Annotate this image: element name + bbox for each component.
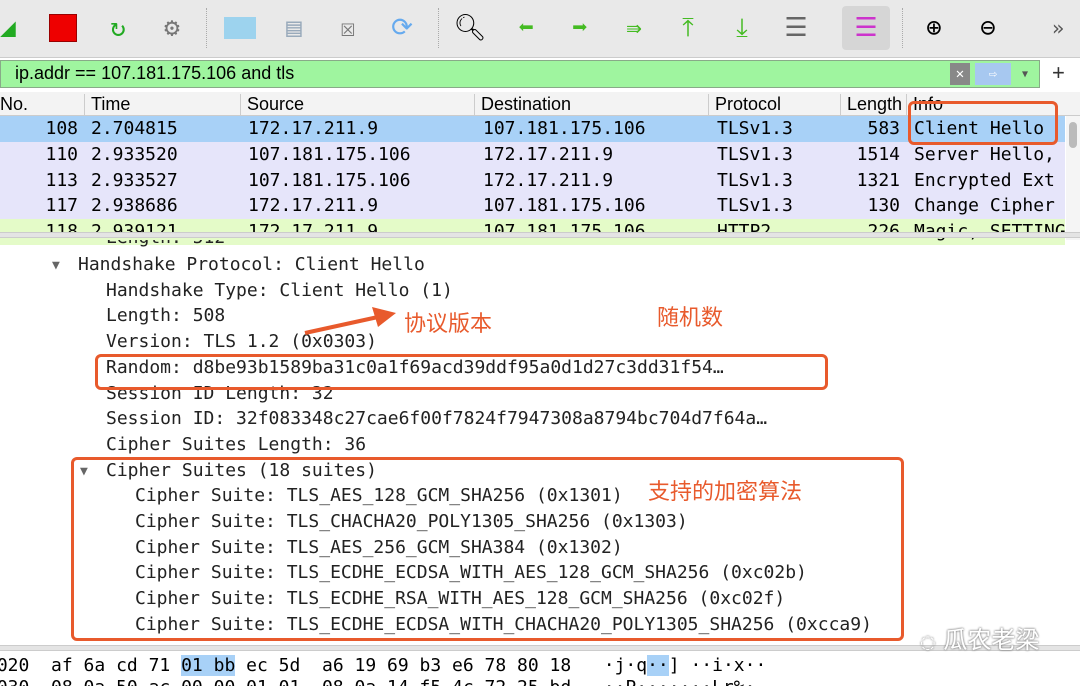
annotation-ciphers: 支持的加密算法 [648,480,803,505]
column-destination[interactable]: Destination [474,94,571,116]
cell-dst: 172.17.211.9 [483,143,614,165]
watermark: ◌ 瓜农老梁 [920,626,1040,654]
cell-no: 117 [45,195,78,217]
reload-icon[interactable]: ⟳ [384,10,420,46]
detail-line[interactable]: Session ID: 32f083348c27cae6f00f7824f794… [106,408,767,434]
highlight-box-random [95,354,828,390]
hex-post: ec 5d a6 19 69 b3 e6 78 80 18 [235,655,572,676]
cell-len: 1514 [856,143,900,165]
go-to-packet-icon[interactable]: ⇛ [616,10,652,46]
column-length[interactable]: Length [840,94,906,116]
cell-proto: TLSv1.3 [717,143,793,165]
column-no[interactable]: No. [0,94,28,116]
cell-src: 107.181.175.106 [248,169,411,191]
hex-pre: af 6a cd 71 [51,655,182,676]
cell-src: 107.181.175.106 [248,143,411,165]
last-packet-icon[interactable]: ⤓ [724,10,760,46]
hex-ascii-pre: ··P·······Lr%· [571,677,756,686]
back-arrow-icon[interactable]: ⬅ [508,10,544,46]
expand-arrow-icon[interactable]: ▼ [52,258,60,273]
hex-row[interactable]: 0020 af 6a cd 71 01 bb ec 5d a6 19 69 b3… [0,655,766,676]
annotation-random: 随机数 [657,306,724,331]
cell-dst: 107.181.175.106 [483,195,646,217]
divider [438,8,439,48]
shark-fin-start-icon[interactable]: ◢ [0,10,26,46]
cell-info: Change Cipher S [914,195,1065,217]
column-time[interactable]: Time [84,94,130,116]
detail-line[interactable]: Handshake Protocol: Client Hello [78,254,425,280]
hex-row[interactable]: 0030 08 0a 50 ac 00 00 01 01 08 0a 14 f5… [0,677,755,686]
detail-line[interactable]: Cipher Suites Length: 36 [106,434,366,460]
hex-ascii-sel: ·· [647,655,669,676]
hex-pre: 08 0a 50 ac 00 00 01 01 08 0a 14 f5 4c 7… [51,677,571,686]
packet-row[interactable]: 117 2.938686 172.17.211.9 107.181.175.106 TL… [0,193,1065,220]
cell-dst: 172.17.211.9 [483,169,614,191]
zoom-in-icon[interactable]: ⊕ [916,10,952,46]
hex-ascii-pre: ·j·q [571,655,648,676]
pane-splitter[interactable] [0,232,1080,238]
divider [902,8,903,48]
cell-proto: TLSv1.3 [717,118,793,139]
detail-line[interactable]: Handshake Type: Client Hello (1) [106,280,453,306]
detail-line[interactable]: Length: 512 [106,240,225,253]
packet-row[interactable]: 113 2.933527 107.181.175.106 172.17.211.9 TL… [0,167,1065,194]
hex-ascii-post: ] ··i·x·· [668,655,767,676]
hex-offset: 0030 [0,677,29,686]
annotation-arrow-icon [304,307,396,335]
annotation-version: 协议版本 [404,312,493,337]
forward-arrow-icon[interactable]: ➡ [562,10,598,46]
cell-proto: TLSv1.3 [717,195,793,217]
cell-src: 172.17.211.9 [248,118,379,139]
cell-no: 110 [45,143,78,165]
hex-offset: 0020 [0,655,30,676]
cell-time: 2.938686 [91,195,178,217]
first-packet-icon[interactable]: ⤒ [670,10,706,46]
open-folder-icon[interactable] [222,10,258,46]
column-source[interactable]: Source [240,94,304,116]
cell-time: 2.933520 [91,143,178,165]
column-protocol[interactable]: Protocol [708,94,781,116]
packet-row[interactable]: 108 2.704815 172.17.211.9 107.181.175.106 TL… [0,116,1065,142]
divider [206,8,207,48]
cell-proto: TLSv1.3 [717,169,793,191]
close-file-icon[interactable]: ☒ [330,10,366,46]
clear-filter-icon[interactable]: ✕ [950,63,970,85]
cell-src: 172.17.211.9 [248,195,379,217]
highlight-box-info [908,101,1058,145]
hex-sel: 01 bb [181,655,236,676]
cell-info: Server Hello, [914,143,1055,165]
cell-len: 583 [867,118,900,139]
restart-icon[interactable]: ↻ [100,10,136,46]
pane-splitter[interactable] [0,645,1080,651]
watermark-text: 瓜农老梁 [943,626,1040,654]
packet-list-scrollbar[interactable] [1066,116,1080,240]
autoscroll-icon[interactable]: ☰ [778,10,814,46]
zoom-out-icon[interactable]: ⊖ [970,10,1006,46]
packet-row[interactable]: 110 2.933520 107.181.175.106 172.17.211.9 TL… [0,141,1065,168]
cell-time: 2.704815 [91,118,178,139]
colorize-icon[interactable]: ☰ [842,6,890,50]
add-filter-button[interactable]: + [1052,60,1065,86]
apply-filter-icon[interactable]: ⇨ [975,63,1011,85]
detail-line[interactable]: Length: 508 [106,305,225,331]
cell-no: 113 [45,169,78,191]
cell-dst: 107.181.175.106 [483,118,646,139]
gear-icon[interactable]: ⚙ [154,10,190,46]
search-icon[interactable]: 🔍︎ [452,10,488,46]
more-icon[interactable]: » [1040,10,1076,46]
cell-info: Encrypted Ext [914,169,1055,191]
stop-icon[interactable] [45,10,81,46]
main-toolbar: ◢ ↻ ⚙ ▤ ☒ ⟳ 🔍︎ ⬅ ➡ ⇛ ⤒ ⤓ ☰ ☰ ⊕ ⊖ » [0,0,1080,58]
display-filter-input[interactable]: ip.addr == 107.181.175.106 and tls [0,60,1040,88]
cell-len: 130 [867,195,900,217]
cell-time: 2.933527 [91,169,178,191]
cell-len: 1321 [856,169,900,191]
file-icon[interactable]: ▤ [276,10,312,46]
packet-bytes-pane: 0020 af 6a cd 71 01 bb ec 5d a6 19 69 b3… [0,655,1080,686]
cell-no: 108 [45,118,78,139]
filter-dropdown-icon[interactable]: ▼ [1015,63,1035,85]
